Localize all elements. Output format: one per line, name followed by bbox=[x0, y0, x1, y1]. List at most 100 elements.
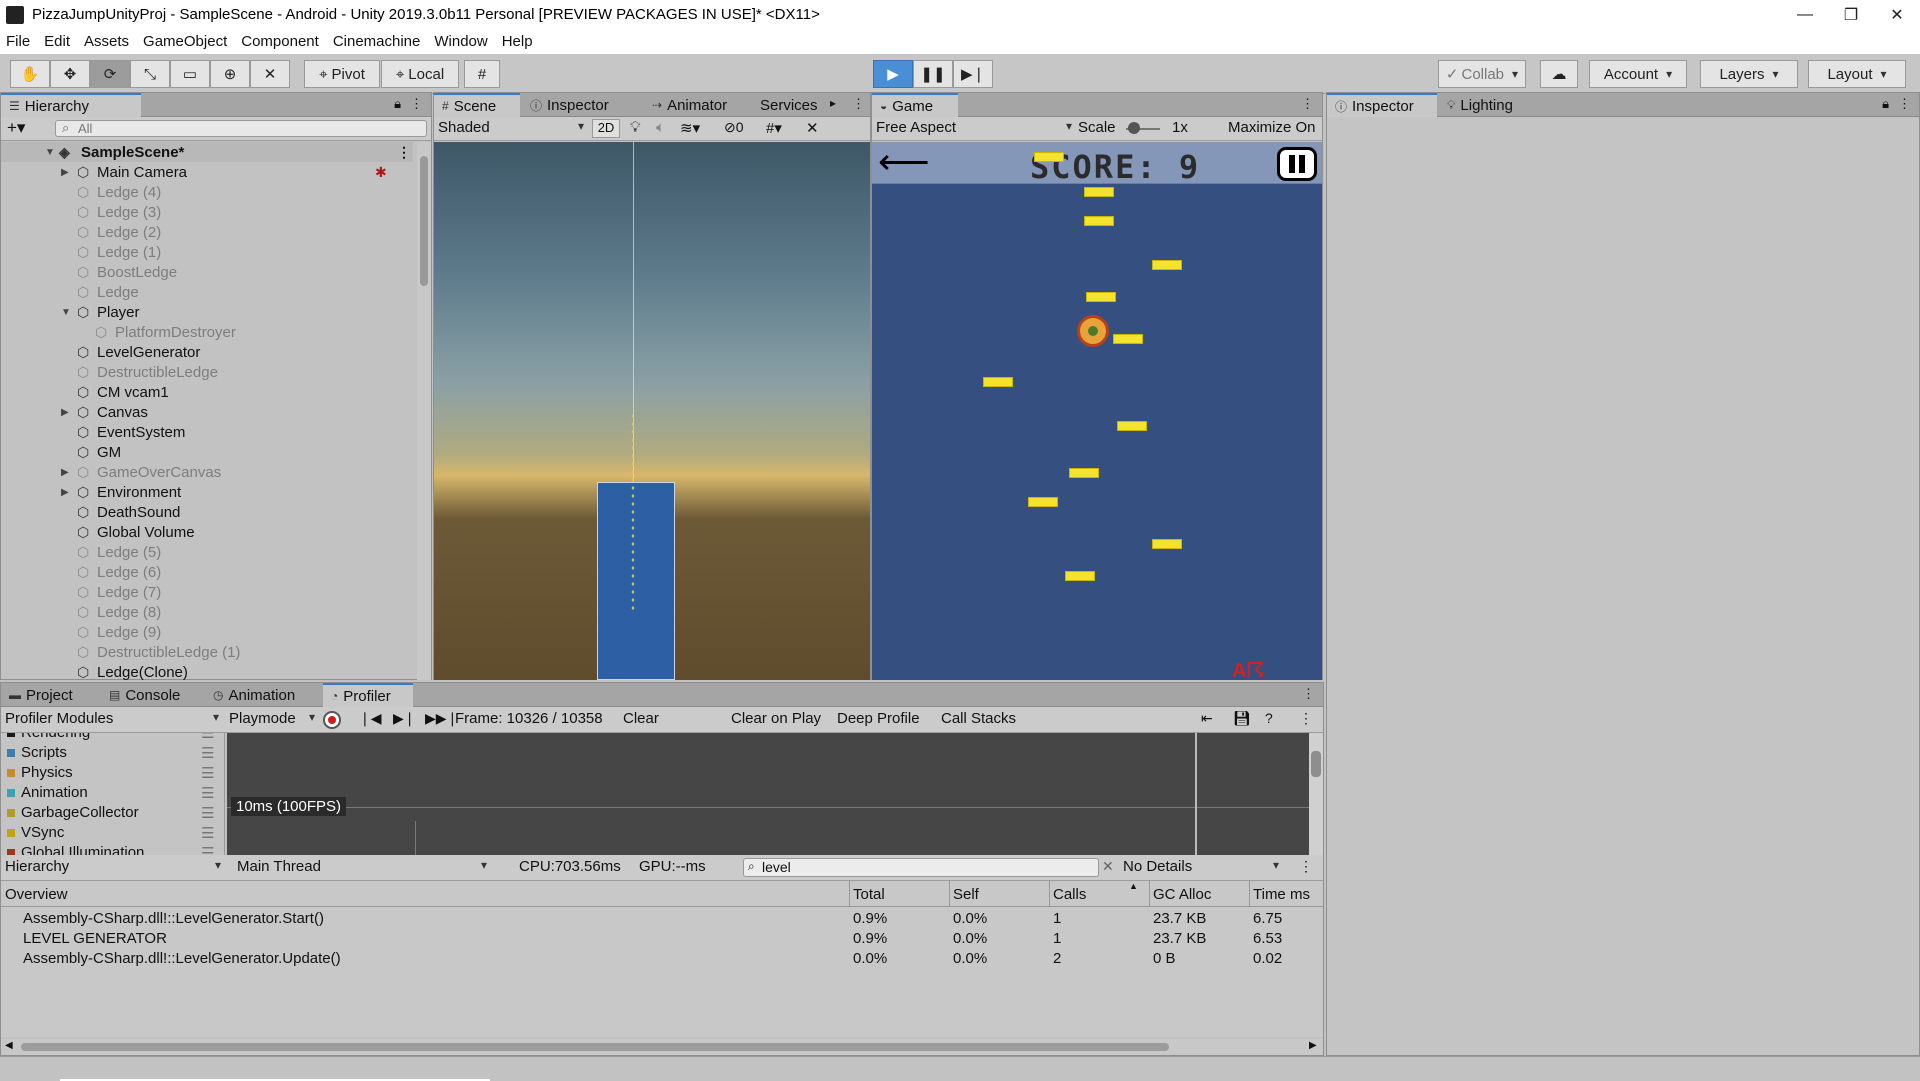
grid-toggle-icon[interactable]: #▾ bbox=[766, 119, 782, 137]
2d-toggle[interactable]: 2D bbox=[592, 119, 620, 138]
hierarchy-item[interactable]: ⬡ Ledge (7) bbox=[1, 582, 413, 602]
profiler-kebab-icon[interactable]: ⋮ bbox=[1302, 686, 1315, 702]
tab-animator[interactable]: ⇢ Animator bbox=[644, 93, 735, 117]
audio-toggle-icon[interactable]: 🔈︎ bbox=[656, 119, 665, 136]
profiler-module-item[interactable]: Physics ☰ bbox=[1, 763, 224, 783]
menu-component[interactable]: Component bbox=[241, 33, 319, 50]
col-gc-alloc[interactable]: GC Alloc bbox=[1153, 886, 1211, 903]
lighting-toggle-icon[interactable]: 💡︎ bbox=[630, 119, 641, 136]
profiler-module-item[interactable]: Rendering ☰ bbox=[1, 733, 224, 743]
save-icon[interactable]: 💾︎ bbox=[1233, 710, 1251, 727]
shading-mode-dropdown[interactable]: Shaded bbox=[438, 119, 584, 136]
profiler-hscrollbar[interactable]: ◀ ▶ bbox=[1, 1039, 1323, 1055]
menu-cinemachine[interactable]: Cinemachine bbox=[333, 33, 421, 50]
thread-dropdown[interactable]: Main Thread bbox=[237, 858, 487, 875]
menu-help[interactable]: Help bbox=[502, 33, 533, 50]
inspector-lock-icon[interactable]: 🔒︎ bbox=[1882, 96, 1889, 112]
hierarchy-item[interactable]: ⬡ DestructibleLedge bbox=[1, 362, 413, 382]
expand-arrow-icon[interactable]: ▶ bbox=[61, 487, 69, 498]
col-calls[interactable]: Calls bbox=[1053, 886, 1086, 903]
lock-icon[interactable]: 🔒︎ bbox=[394, 96, 401, 112]
tab-profiler[interactable]: ◔ Profiler bbox=[323, 683, 413, 707]
expand-arrow-icon[interactable]: ▼ bbox=[61, 307, 71, 318]
inspector-kebab-icon[interactable]: ⋮ bbox=[1898, 96, 1911, 112]
hierarchy-item[interactable]: ⬡ CM vcam1 bbox=[1, 382, 413, 402]
play-button[interactable]: ▶ bbox=[873, 60, 913, 88]
playmode-dropdown[interactable]: Playmode bbox=[229, 710, 315, 727]
hierarchy-item[interactable]: ⬡ GM bbox=[1, 442, 413, 462]
tab-animation[interactable]: ◷ Animation bbox=[205, 683, 303, 707]
tab-services[interactable]: Services bbox=[752, 93, 826, 117]
tab-inspector-center[interactable]: ⓘ Inspector bbox=[522, 93, 617, 117]
custom-tool-icon[interactable]: ✕ bbox=[250, 60, 290, 88]
back-arrow-icon[interactable]: ⟵ bbox=[878, 144, 930, 180]
hierarchy-item[interactable]: ⬡ Ledge (2) bbox=[1, 222, 413, 242]
drag-handle-icon[interactable]: ☰ bbox=[201, 824, 214, 842]
deep-profile-toggle[interactable]: Deep Profile bbox=[837, 710, 920, 727]
col-time-ms[interactable]: Time ms bbox=[1253, 886, 1310, 903]
hierarchy-item[interactable]: ⬡ DestructibleLedge (1) bbox=[1, 642, 413, 662]
hierarchy-item[interactable]: ▶ ⬡ Environment bbox=[1, 482, 413, 502]
details-kebab-icon[interactable]: ⋮ bbox=[1299, 858, 1313, 875]
hscroll-thumb[interactable] bbox=[21, 1043, 1169, 1051]
hierarchy-item[interactable]: ⬡ DeathSound bbox=[1, 502, 413, 522]
menu-window[interactable]: Window bbox=[434, 33, 487, 50]
kebab-menu-icon[interactable]: ⋮ bbox=[410, 96, 423, 112]
tab-lighting[interactable]: 💡︎ Lighting bbox=[1439, 93, 1521, 117]
collab-dropdown[interactable]: ✓ Collab bbox=[1438, 60, 1526, 88]
tab-project[interactable]: ▬ Project bbox=[1, 683, 81, 707]
aspect-dropdown[interactable]: Free Aspect bbox=[876, 119, 1072, 136]
clear-button[interactable]: Clear bbox=[623, 710, 659, 727]
hierarchy-item[interactable]: ⬡ LevelGenerator bbox=[1, 342, 413, 362]
hierarchy-item[interactable]: ▶ ⬡ Canvas bbox=[1, 402, 413, 422]
grid-snap-icon[interactable]: # bbox=[464, 60, 500, 88]
tools-icon[interactable]: ✕ bbox=[806, 119, 819, 137]
hierarchy-item[interactable]: ⬡ Ledge (3) bbox=[1, 202, 413, 222]
hidden-objects-icon[interactable]: ⊘0 bbox=[724, 119, 744, 136]
record-button[interactable] bbox=[323, 711, 341, 729]
drag-handle-icon[interactable]: ☰ bbox=[201, 784, 214, 802]
hierarchy-item[interactable]: ⬡ Global Volume bbox=[1, 522, 413, 542]
effects-toggle-icon[interactable]: ≋▾ bbox=[680, 119, 700, 137]
pause-game-icon[interactable] bbox=[1277, 147, 1317, 181]
move-tool-icon[interactable]: ✥ bbox=[50, 60, 90, 88]
rect-tool-icon[interactable]: ▭ bbox=[170, 60, 210, 88]
expand-arrow-icon[interactable]: ▶ bbox=[61, 467, 69, 478]
prev-frame-icon[interactable]: ❘◀ bbox=[359, 710, 382, 727]
scale-tool-icon[interactable]: ⤡ bbox=[130, 60, 170, 88]
account-dropdown[interactable]: Account bbox=[1589, 60, 1687, 88]
maximize-on-play-toggle[interactable]: Maximize On bbox=[1228, 119, 1316, 136]
layout-dropdown[interactable]: Layout bbox=[1808, 60, 1906, 88]
drag-handle-icon[interactable]: ☰ bbox=[201, 744, 214, 762]
scene-viewport[interactable] bbox=[434, 142, 870, 680]
scene-row[interactable]: ▼ ◈ SampleScene* ⋮ bbox=[1, 142, 413, 162]
pause-button[interactable]: ❚❚ bbox=[913, 60, 953, 88]
profiler-options-kebab-icon[interactable]: ⋮ bbox=[1299, 710, 1313, 727]
col-overview[interactable]: Overview bbox=[5, 886, 68, 903]
clear-search-icon[interactable]: ✕ bbox=[1102, 858, 1114, 875]
hierarchy-item[interactable]: ⬡ Ledge bbox=[1, 282, 413, 302]
menu-assets[interactable]: Assets bbox=[84, 33, 129, 50]
hierarchy-item[interactable]: ▶ ⬡ GameOverCanvas bbox=[1, 462, 413, 482]
graph-scrollbar[interactable] bbox=[1309, 733, 1323, 855]
hierarchy-search-input[interactable]: ⌕ All bbox=[55, 120, 427, 137]
help-icon[interactable]: ? bbox=[1265, 710, 1273, 726]
frame-cursor[interactable] bbox=[1195, 733, 1197, 855]
tab-scene[interactable]: # Scene bbox=[434, 93, 520, 117]
col-self[interactable]: Self bbox=[953, 886, 979, 903]
hierarchy-item[interactable]: ⬡ EventSystem bbox=[1, 422, 413, 442]
view-mode-dropdown[interactable]: Hierarchy bbox=[5, 858, 221, 875]
pivot-toggle[interactable]: ⌖ Pivot bbox=[304, 60, 380, 88]
profiler-search-input[interactable]: ⌕ level bbox=[743, 858, 1099, 877]
table-row[interactable]: Assembly-CSharp.dll!::LevelGenerator.Sta… bbox=[1, 909, 1323, 929]
hierarchy-item[interactable]: ⬡ Ledge (5) bbox=[1, 542, 413, 562]
hierarchy-item[interactable]: ⬡ Ledge (8) bbox=[1, 602, 413, 622]
layers-dropdown[interactable]: Layers bbox=[1700, 60, 1798, 88]
profiler-module-item[interactable]: Scripts ☰ bbox=[1, 743, 224, 763]
scrollbar-thumb[interactable] bbox=[420, 156, 428, 286]
drag-handle-icon[interactable]: ☰ bbox=[201, 804, 214, 822]
profiler-module-item[interactable]: Animation ☰ bbox=[1, 783, 224, 803]
tab-console[interactable]: ▤ Console bbox=[101, 683, 188, 707]
drag-handle-icon[interactable]: ☰ bbox=[201, 733, 214, 742]
table-row[interactable]: Assembly-CSharp.dll!::LevelGenerator.Upd… bbox=[1, 949, 1323, 969]
